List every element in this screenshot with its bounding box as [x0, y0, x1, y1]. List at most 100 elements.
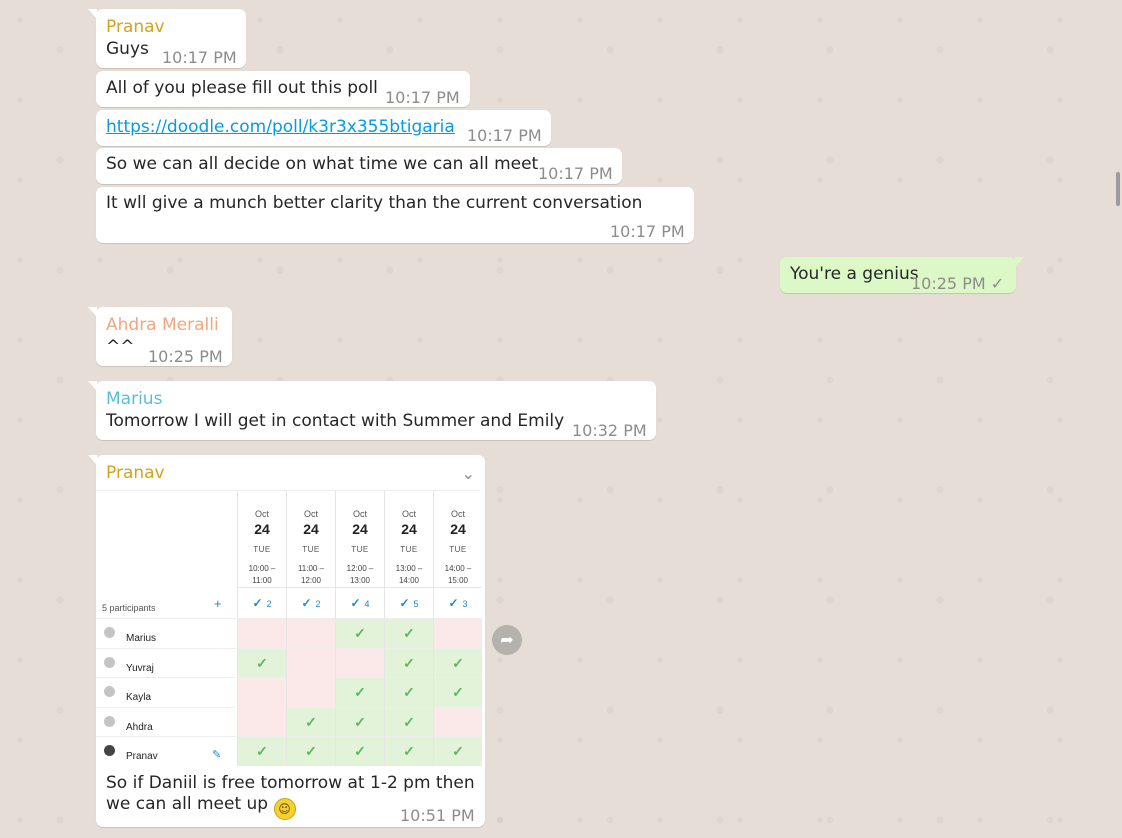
poll-slot-time-range: 14:00 –15:00	[444, 564, 472, 585]
poll-participant-row: Pranav ✎	[96, 736, 236, 766]
poll-slot-column: Oct 24 TUE 12:00 –13:00 ✓ 4 ✓ ✓ ✓ ✓	[335, 491, 384, 766]
poll-slot-weekday: TUE	[253, 545, 271, 554]
message-bubble-clarity[interactable]: It wll give a munch better clarity than …	[96, 187, 694, 243]
smiley-emoji-icon: ☺	[273, 798, 296, 820]
avatar-icon	[104, 745, 115, 756]
poll-vote-yes-cell: ✓	[434, 647, 482, 678]
check-icon: ✓	[354, 625, 366, 641]
poll-vote-no-cell	[287, 677, 335, 707]
poll-vote-no-cell	[238, 618, 286, 648]
poll-screenshot-image[interactable]: 5 participants + Marius Yuvraj Kayla Ahdra P…	[96, 490, 482, 766]
check-icon: ✓	[403, 625, 415, 641]
poll-vote-yes-cell: ✓	[336, 706, 384, 737]
single-check-icon: ✓	[990, 274, 1005, 293]
message-bubble-outgoing-genius[interactable]: You're a genius 10:25 PM ✓	[780, 257, 1024, 293]
avatar-icon	[104, 627, 115, 638]
poll-slot-column: Oct 24 TUE 10:00 –11:00 ✓ 2 ✓ ✓	[237, 491, 286, 766]
message-bubble-ahdra[interactable]: Ahdra Meralli ^^ 10:25 PM	[88, 307, 232, 366]
avatar-icon	[104, 656, 115, 668]
check-icon: ✓	[301, 596, 312, 610]
poll-vote-yes-cell: ✓	[434, 736, 482, 766]
message-text: You're a genius	[790, 264, 919, 284]
poll-slot-column: Oct 24 TUE 14:00 –15:00 ✓ 3 ✓ ✓ ✓	[433, 491, 482, 766]
poll-vote-yes-cell: ✓	[238, 736, 286, 766]
poll-participant-row: Ahdra	[96, 706, 236, 737]
check-icon: ✓	[354, 713, 366, 730]
message-text: It wll give a munch better clarity than …	[106, 193, 643, 213]
check-icon: ✓	[256, 743, 268, 759]
poll-slot-weekday: TUE	[302, 545, 320, 554]
poll-slot-time-range: 13:00 –14:00	[395, 564, 423, 585]
poll-vote-no-cell	[434, 706, 482, 737]
poll-slot-vote-count: ✓ 5	[385, 587, 433, 620]
message-time: 10:51 PM	[400, 806, 475, 825]
message-text: ^^	[106, 337, 135, 357]
poll-participants-label: 5 participants	[102, 603, 156, 613]
message-text: Tomorrow I will get in contact with Summ…	[106, 411, 565, 431]
poll-participant-row: Kayla	[96, 677, 236, 707]
poll-slot-weekday: TUE	[400, 545, 418, 554]
forward-icon[interactable]: ➦	[492, 625, 522, 655]
poll-vote-yes-cell: ✓	[287, 736, 335, 766]
poll-vote-yes-cell: ✓	[385, 618, 433, 648]
sender-name-pranav[interactable]: Pranav	[106, 462, 165, 484]
message-text: Guys	[106, 39, 149, 59]
check-icon: ✓	[403, 684, 415, 700]
check-icon: ✓	[252, 596, 263, 610]
check-icon: ✓	[403, 654, 415, 671]
message-time: 10:17 PM	[385, 88, 460, 107]
poll-participant-row: Marius	[96, 618, 236, 648]
poll-vote-yes-cell: ✓	[336, 618, 384, 648]
poll-slot-day: 24	[303, 521, 319, 537]
poll-vote-no-cell	[336, 647, 384, 678]
message-bubble-guys[interactable]: Pranav Guys 10:17 PM	[88, 9, 246, 68]
message-text: All of you please fill out this poll	[106, 78, 378, 98]
poll-vote-no-cell	[238, 706, 286, 737]
chevron-down-icon[interactable]: ⌄	[462, 463, 475, 485]
message-bubble-decide-time[interactable]: So we can all decide on what time we can…	[96, 148, 622, 184]
poll-slot-day: 24	[450, 521, 466, 537]
poll-slot-day: 24	[401, 521, 417, 537]
poll-slot-vote-count: ✓ 2	[238, 587, 286, 620]
poll-slot-column: Oct 24 TUE 13:00 –14:00 ✓ 5 ✓ ✓ ✓ ✓ ✓	[384, 491, 433, 766]
poll-vote-yes-cell: ✓	[336, 736, 384, 766]
check-icon: ✓	[452, 654, 464, 671]
poll-vote-no-cell	[287, 618, 335, 648]
poll-vote-yes-cell: ✓	[336, 677, 384, 707]
check-icon: ✓	[403, 713, 415, 730]
message-bubble-marius[interactable]: Marius Tomorrow I will get in contact wi…	[88, 381, 656, 440]
message-bubble-link[interactable]: https://doodle.com/poll/k3r3x355btigaria…	[96, 110, 551, 146]
poll-slot-weekday: TUE	[449, 545, 467, 554]
message-time: 10:17 PM	[162, 48, 237, 67]
message-bubble-poll-request[interactable]: All of you please fill out this poll 10:…	[96, 71, 470, 107]
message-time: 10:25 PM ✓	[911, 274, 1005, 293]
message-bubble-poll-screenshot[interactable]: Pranav ⌄ 5 participants + Marius Yuvraj Ka…	[88, 455, 485, 827]
sender-name-marius[interactable]: Marius	[106, 388, 162, 410]
scrollbar[interactable]	[1116, 172, 1120, 206]
check-icon: ✓	[452, 743, 464, 759]
doodle-poll-link[interactable]: https://doodle.com/poll/k3r3x355btigaria	[106, 116, 455, 138]
check-icon: ✓	[350, 596, 361, 610]
poll-slot-time-range: 12:00 –13:00	[346, 564, 374, 585]
check-icon: ✓	[354, 743, 366, 759]
poll-vote-yes-cell: ✓	[434, 677, 482, 707]
avatar-icon	[104, 715, 115, 727]
sender-name-ahdra[interactable]: Ahdra Meralli	[106, 314, 219, 336]
poll-slot-vote-count: ✓ 4	[336, 587, 384, 620]
poll-slot-day: 24	[352, 521, 368, 537]
message-time: 10:32 PM	[572, 421, 647, 440]
avatar-icon	[104, 686, 115, 697]
message-time: 10:17 PM	[467, 126, 542, 145]
check-icon: ✓	[452, 684, 464, 700]
check-icon: ✓	[354, 684, 366, 700]
poll-vote-no-cell	[434, 618, 482, 648]
add-participant-icon: +	[214, 596, 222, 611]
poll-participant-row: Yuvraj	[96, 647, 236, 678]
poll-slot-day: 24	[254, 521, 270, 537]
poll-vote-yes-cell: ✓	[385, 706, 433, 737]
check-icon: ✓	[448, 596, 459, 610]
poll-slot-weekday: TUE	[351, 545, 369, 554]
sender-name-pranav[interactable]: Pranav	[106, 16, 165, 38]
poll-vote-yes-cell: ✓	[385, 647, 433, 678]
poll-participant-name: Pranav	[126, 751, 158, 762]
